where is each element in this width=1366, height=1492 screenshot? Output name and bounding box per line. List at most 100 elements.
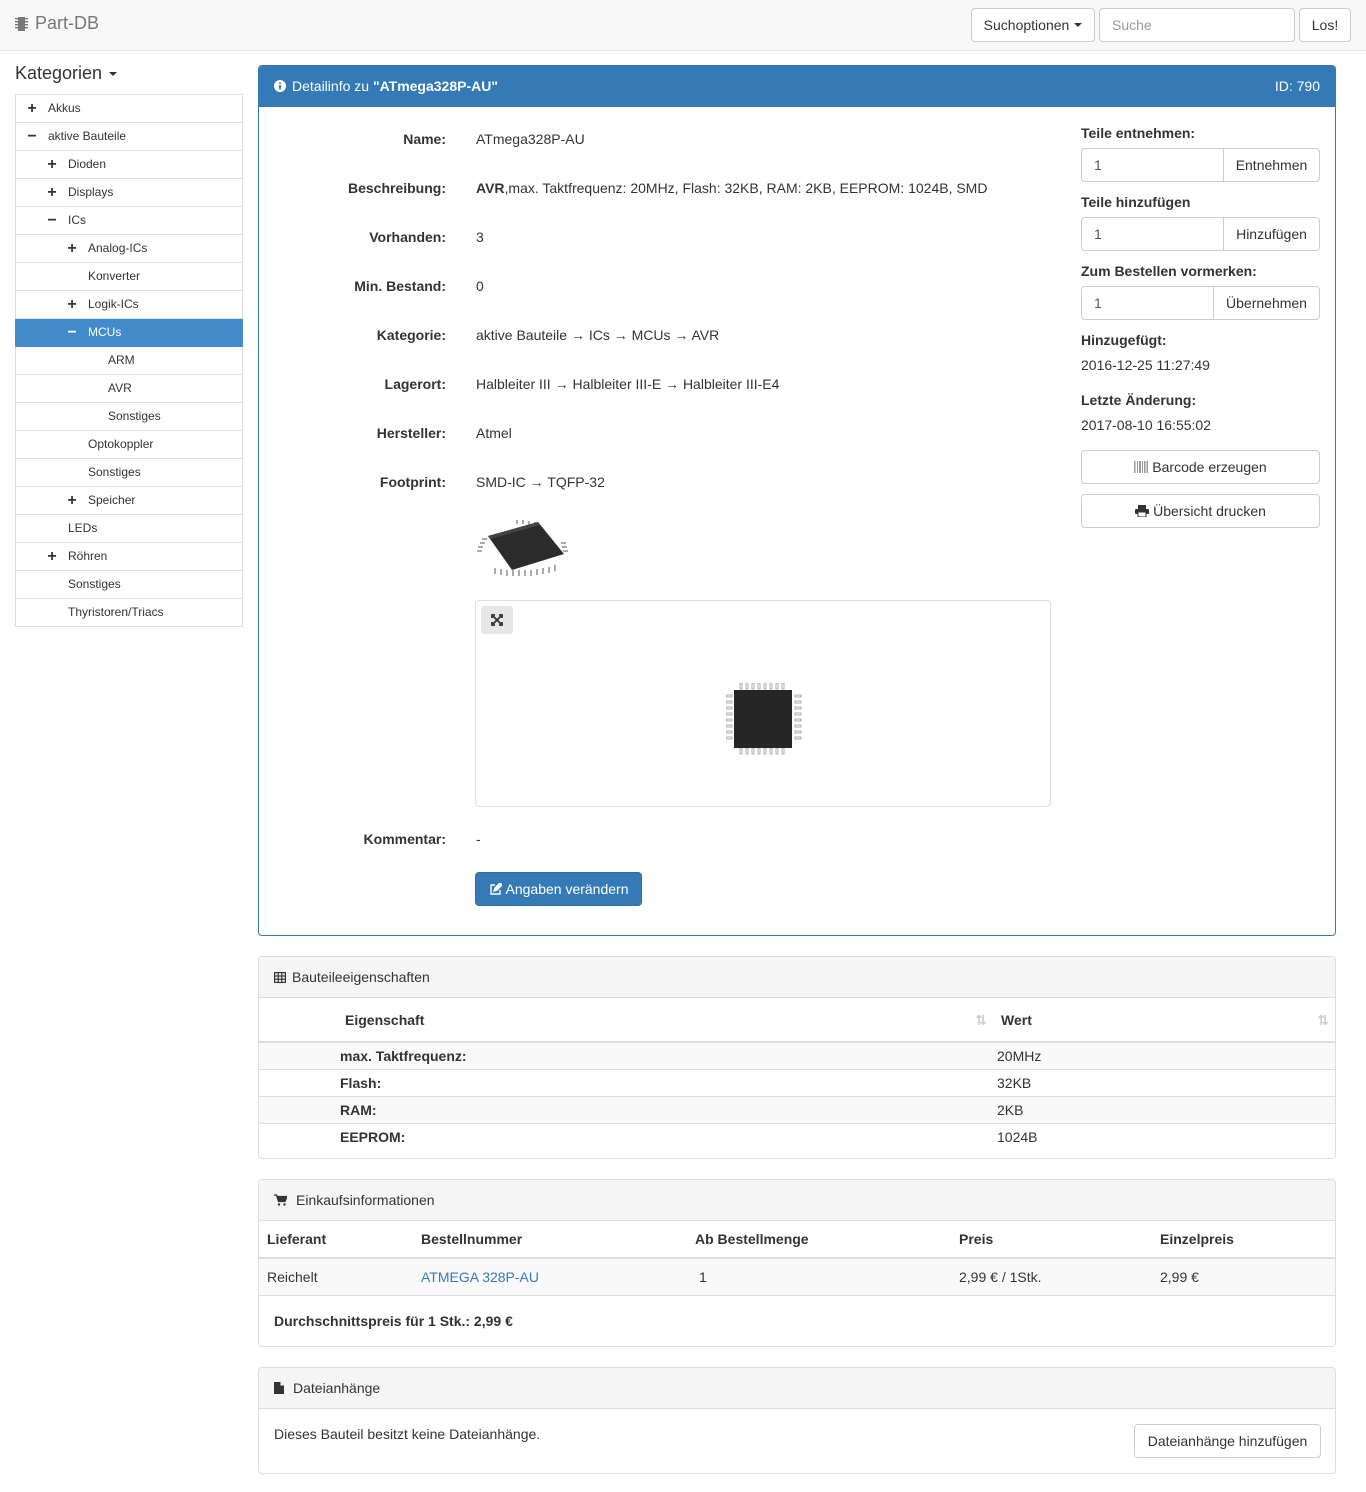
sidebar-item-label: AVR bbox=[108, 381, 132, 395]
collapse-icon[interactable]: − bbox=[65, 319, 79, 346]
sidebar-item-sonstiges[interactable]: Sonstiges bbox=[15, 571, 243, 599]
expand-icon[interactable]: + bbox=[45, 543, 59, 570]
sidebar-item-optokoppler[interactable]: Optokoppler bbox=[15, 431, 243, 459]
min-stock-row: Min. Bestand: 0 bbox=[259, 278, 1079, 298]
take-quantity-input[interactable] bbox=[1081, 148, 1223, 182]
sidebar-item-label: Speicher bbox=[88, 493, 136, 507]
print-label: Übersicht drucken bbox=[1153, 503, 1266, 519]
detail-panel: Detailinfo zu "ATmega328P-AU" ID: 790 Na… bbox=[258, 65, 1336, 936]
price-cell: 2,99 € / 1Stk. bbox=[951, 1258, 1152, 1296]
sidebar-item-akkus[interactable]: + Akkus bbox=[15, 95, 243, 123]
sidebar-item-mcus[interactable]: − MCUs bbox=[15, 319, 243, 347]
edit-part-button[interactable]: Angaben verändern bbox=[475, 872, 642, 906]
sidebar-item-sonstiges[interactable]: Sonstiges bbox=[15, 459, 243, 487]
sidebar-item-thyristoren-triacs[interactable]: Thyristoren/Triacs bbox=[15, 599, 243, 627]
chip-icon bbox=[15, 16, 28, 32]
expand-icon[interactable]: + bbox=[45, 151, 59, 178]
sidebar-item-arm[interactable]: ARM bbox=[15, 347, 243, 375]
sidebar-item-label: Analog-ICs bbox=[88, 241, 148, 255]
info-icon bbox=[274, 80, 286, 92]
expand-icon[interactable]: + bbox=[65, 235, 79, 262]
expand-icon[interactable] bbox=[481, 606, 513, 634]
footprint-link[interactable]: SMD-IC → TQFP-32 bbox=[476, 474, 605, 490]
expand-icon[interactable]: + bbox=[65, 291, 79, 318]
property-column-header[interactable]: Eigenschaft ⇅ bbox=[259, 998, 997, 1043]
add-button[interactable]: Hinzufügen bbox=[1223, 217, 1320, 251]
sidebar-item-logik-ics[interactable]: + Logik-ICs bbox=[15, 291, 243, 319]
description-bold: AVR bbox=[476, 180, 505, 196]
property-column-label: Eigenschaft bbox=[345, 1011, 425, 1028]
changed-value: 2017-08-10 16:55:02 bbox=[1081, 417, 1211, 433]
min-stock-label: Min. Bestand: bbox=[354, 278, 446, 294]
property-name-cell: Flash: bbox=[259, 1068, 997, 1096]
search-go-button[interactable]: Los! bbox=[1299, 8, 1351, 42]
order-button[interactable]: Übernehmen bbox=[1213, 286, 1320, 320]
detail-panel-heading: Detailinfo zu "ATmega328P-AU" ID: 790 bbox=[259, 66, 1335, 107]
properties-heading: Bauteileeigenschaften bbox=[259, 957, 1335, 998]
print-button[interactable]: Übersicht drucken bbox=[1081, 494, 1320, 528]
manufacturer-label: Hersteller: bbox=[376, 425, 446, 441]
properties-panel: Bauteileeigenschaften Eigenschaft ⇅ Wert… bbox=[258, 956, 1336, 1159]
barcode-icon bbox=[1134, 461, 1149, 473]
barcode-button[interactable]: Barcode erzeugen bbox=[1081, 450, 1320, 484]
storage-label: Lagerort: bbox=[384, 376, 446, 392]
table-icon bbox=[274, 971, 286, 983]
name-label: Name: bbox=[403, 131, 446, 147]
sidebar-item-speicher[interactable]: + Speicher bbox=[15, 487, 243, 515]
categories-dropdown[interactable]: Kategorien bbox=[15, 63, 118, 84]
add-attachment-button[interactable]: Dateianhänge hinzufügen bbox=[1134, 1424, 1321, 1458]
add-quantity-input[interactable] bbox=[1081, 217, 1223, 251]
sidebar-item-label: ARM bbox=[108, 353, 135, 367]
sidebar-item-displays[interactable]: + Displays bbox=[15, 179, 243, 207]
sidebar-item-label: Sonstiges bbox=[68, 577, 121, 591]
sidebar-item-konverter[interactable]: Konverter bbox=[15, 263, 243, 291]
min-quantity-cell: 1 bbox=[687, 1258, 951, 1296]
collapse-icon[interactable]: − bbox=[25, 123, 39, 150]
sidebar-item-ics[interactable]: − ICs bbox=[15, 207, 243, 235]
price-column-header: Preis bbox=[951, 1221, 1152, 1259]
edit-icon bbox=[489, 882, 502, 896]
file-icon bbox=[274, 1382, 284, 1394]
sidebar-item-label: Dioden bbox=[68, 157, 107, 171]
sidebar-item-sonstiges[interactable]: Sonstiges bbox=[15, 403, 243, 431]
table-row: RAM: 2KB bbox=[259, 1095, 1335, 1123]
brand-link[interactable]: Part-DB bbox=[15, 13, 99, 34]
supplier-column-header: Lieferant bbox=[259, 1221, 413, 1259]
comment-row: Kommentar: - bbox=[259, 831, 1079, 851]
sidebar-item-avr[interactable]: AVR bbox=[15, 375, 243, 403]
unit-price-column-header: Einzelpreis bbox=[1152, 1221, 1335, 1259]
description-row: Beschreibung: AVR,max. Taktfrequenz: 20M… bbox=[259, 180, 1079, 200]
category-link[interactable]: aktive Bauteile → ICs → MCUs → AVR bbox=[476, 327, 719, 343]
sidebar-item-dioden[interactable]: + Dioden bbox=[15, 151, 243, 179]
sidebar-item-aktive-bauteile[interactable]: − aktive Bauteile bbox=[15, 123, 243, 151]
expand-icon[interactable]: + bbox=[45, 179, 59, 206]
min-quantity-column-header: Ab Bestellmenge bbox=[687, 1221, 951, 1259]
footprint-thumbnail[interactable] bbox=[476, 516, 571, 581]
table-row: Flash: 32KB bbox=[259, 1068, 1335, 1096]
sidebar-item-analog-ics[interactable]: + Analog-ICs bbox=[15, 235, 243, 263]
sidebar-item-label: aktive Bauteile bbox=[48, 129, 127, 143]
sidebar-item-label: MCUs bbox=[88, 325, 122, 339]
order-number-link[interactable]: ATMEGA 328P-AU bbox=[421, 1269, 539, 1285]
collapse-icon[interactable]: − bbox=[45, 207, 59, 234]
search-options-dropdown[interactable]: Suchoptionen bbox=[971, 8, 1095, 42]
storage-link[interactable]: Halbleiter III → Halbleiter III-E → Halb… bbox=[476, 376, 779, 392]
footprint-image bbox=[725, 682, 802, 755]
sidebar-item-röhren[interactable]: + Röhren bbox=[15, 543, 243, 571]
search-input[interactable] bbox=[1099, 8, 1295, 42]
category-tree: + Akkus − aktive Bauteile + Dioden + Displays − I… bbox=[15, 94, 243, 627]
expand-icon[interactable]: + bbox=[65, 487, 79, 514]
expand-icon[interactable]: + bbox=[25, 95, 39, 122]
property-value-cell: 20MHz bbox=[997, 1041, 1335, 1069]
property-name-cell: max. Taktfrequenz: bbox=[259, 1041, 997, 1069]
sidebar-item-label: Thyristoren/Triacs bbox=[68, 605, 164, 619]
chevron-down-icon bbox=[1074, 23, 1083, 27]
manufacturer-link[interactable]: Atmel bbox=[476, 425, 512, 441]
take-button[interactable]: Entnehmen bbox=[1223, 148, 1320, 182]
purchase-title: Einkaufsinformationen bbox=[296, 1192, 435, 1208]
value-column-label: Wert bbox=[1001, 1011, 1032, 1028]
order-quantity-input[interactable] bbox=[1081, 286, 1213, 320]
value-column-header[interactable]: Wert ⇅ bbox=[997, 998, 1335, 1043]
comment-label: Kommentar: bbox=[363, 831, 446, 847]
sidebar-item-leds[interactable]: LEDs bbox=[15, 515, 243, 543]
